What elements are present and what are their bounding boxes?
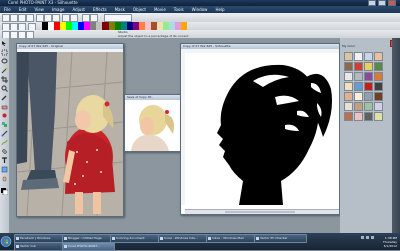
girl-thumbnail-image [125,100,187,151]
pick-tool-icon[interactable] [1,40,8,47]
swatch-button[interactable] [364,102,373,111]
swatch-button[interactable] [354,112,363,121]
swatch-button[interactable] [344,112,353,121]
menu-adjust[interactable]: Adjust [68,7,89,12]
print-icon[interactable] [26,14,34,22]
swatch-button[interactable] [354,72,363,81]
cut-icon[interactable] [36,14,44,22]
swatch-button[interactable] [374,92,383,101]
menu-mask[interactable]: Mask [111,7,129,12]
eraser-icon[interactable] [1,103,8,110]
toolbox [0,38,10,233]
swatch-button[interactable] [364,62,373,71]
zoom-tool-icon[interactable] [1,85,8,92]
swatch-button[interactable] [344,72,353,81]
red-eye-icon[interactable] [1,112,8,119]
swatch-button[interactable] [364,92,373,101]
swatch-button[interactable] [344,82,353,91]
palette-swatch[interactable] [181,22,188,30]
new-file-icon[interactable] [2,14,10,22]
import-icon[interactable] [82,14,90,22]
clock-date: 3/1/2012 [383,244,397,248]
swatch-button[interactable] [354,52,363,61]
swatch-button[interactable] [374,102,383,111]
network-icon[interactable] [361,236,364,239]
fill-tool-icon[interactable] [1,148,8,155]
taskbar-item[interactable]: Corel - Windows Inte... [158,234,211,243]
swatch-button[interactable] [354,82,363,91]
menu-bar: File Edit View Image Adjust Effects Mask… [0,6,400,13]
silhouette-window[interactable]: Copy of 07 Wiz 625 - Silhouette [180,43,340,215]
swatch-button[interactable] [344,92,353,101]
text-tool-icon[interactable] [1,157,8,164]
swatch-button[interactable] [374,52,383,61]
menu-movie[interactable]: Movie [150,7,170,12]
taskbar-item[interactable]: Coloring document [110,234,163,243]
lasso-tool-icon[interactable] [1,58,8,65]
save-icon[interactable] [18,14,26,22]
docker-tab-strip[interactable] [392,38,400,233]
girl-photo-image [17,52,123,216]
mask-tool-icon[interactable] [1,49,8,56]
foreground-color-icon[interactable] [1,188,8,195]
taskbar-item[interactable]: Inbox - Windows Mail [206,234,259,243]
swatch-button[interactable] [374,82,383,91]
redo-icon[interactable] [70,14,78,22]
menu-help[interactable]: Help [211,7,228,12]
swatch-button[interactable] [344,62,353,71]
battery-icon[interactable] [371,236,374,239]
swatch-button[interactable] [354,102,363,111]
menu-image[interactable]: Image [48,7,69,12]
zoom-select[interactable] [104,14,132,22]
color-docker-panel: My Color [340,38,400,233]
menu-window[interactable]: Window [188,7,212,12]
docker-title: My Color [342,44,356,48]
color-palette [42,22,188,30]
shape-tool-icon[interactable] [1,166,8,173]
open-file-icon[interactable] [10,14,18,22]
silhouette-image [185,53,339,205]
menu-tools[interactable]: Tools [170,7,188,12]
effect-tool-icon[interactable] [1,139,8,146]
swatch-button[interactable] [364,82,373,91]
menu-object[interactable]: Object [129,7,150,12]
paste-icon[interactable] [52,14,60,22]
crop-tool-icon[interactable] [1,76,8,83]
swatch-button[interactable] [364,52,373,61]
swatch-button[interactable] [374,72,383,81]
save-copy-window[interactable]: Save of Copy 0f... [124,94,188,152]
paint-tool-icon[interactable] [1,130,8,137]
start-button[interactable] [0,233,12,250]
original-photo-window[interactable]: Copy of 07 Wiz 625 - Original [16,43,124,217]
swatch-button[interactable] [374,112,383,121]
swatch-button[interactable] [344,102,353,111]
scrollbar-thumb[interactable] [225,211,295,213]
copy-icon[interactable] [44,14,52,22]
magic-wand-icon[interactable] [1,67,8,74]
clone-tool-icon[interactable] [1,121,8,128]
system-tray [361,236,374,239]
undo-icon[interactable] [62,14,70,22]
swatch-button[interactable] [354,92,363,101]
taskbar-item[interactable]: Vector PC Checker [254,234,307,243]
volume-icon[interactable] [366,236,369,239]
swatch-button[interactable] [364,112,373,121]
horizontal-scrollbar[interactable] [185,209,339,214]
swatch-button[interactable] [354,62,363,71]
menu-file[interactable]: File [0,7,15,12]
swatch-button[interactable] [364,72,373,81]
swatch-button[interactable] [344,52,353,61]
eyedropper-icon[interactable] [1,94,8,101]
hand-tool-icon[interactable] [1,175,8,182]
menu-effects[interactable]: Effects [89,7,111,12]
menu-edit[interactable]: Edit [15,7,31,12]
export-icon[interactable] [90,14,98,22]
menu-view[interactable]: View [30,7,48,12]
swatch-button[interactable] [374,62,383,71]
